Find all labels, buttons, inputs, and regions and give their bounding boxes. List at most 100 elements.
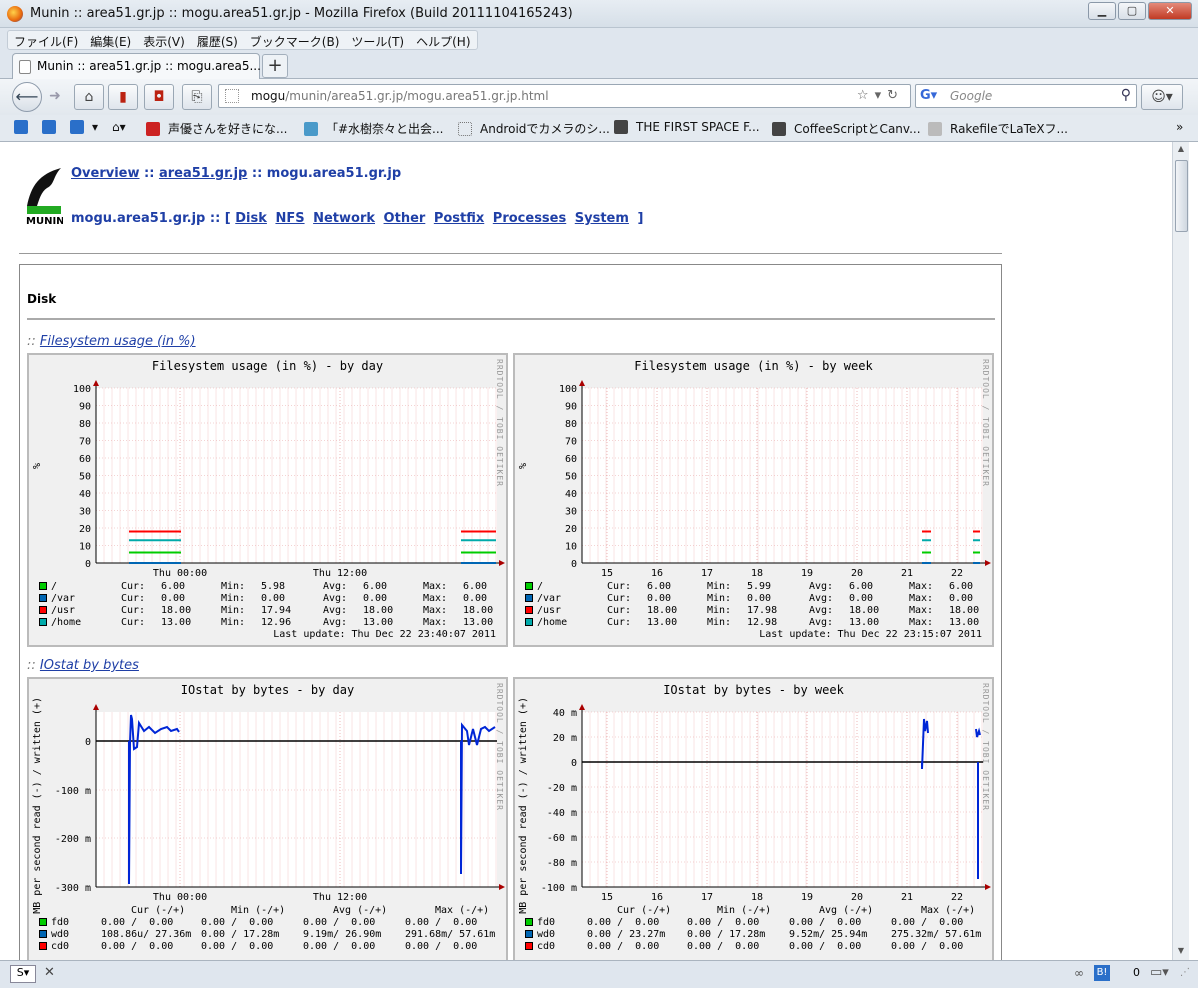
- legend-name: /: [537, 581, 544, 592]
- bookmark-6[interactable]: RakefileでLaTeXフ...: [928, 120, 1068, 137]
- addon-face-icon[interactable]: ☺▾: [1141, 84, 1183, 110]
- x-tick-label: 22: [951, 568, 963, 579]
- bookmarks-overflow-icon[interactable]: »: [1176, 120, 1183, 134]
- legend-name: /home: [51, 617, 82, 628]
- vertical-scrollbar[interactable]: ▲ ▼: [1172, 142, 1189, 960]
- hatena-status-icon[interactable]: B!: [1094, 965, 1110, 981]
- y-tick-label: -60 m: [547, 833, 577, 844]
- minimize-button[interactable]: ▁: [1088, 2, 1116, 20]
- legend-name: cd0: [51, 941, 70, 952]
- close-button[interactable]: ✕: [1148, 2, 1192, 20]
- bookmark-1[interactable]: 声優さんを好きにな...: [146, 120, 287, 137]
- x-tick-label: 20: [851, 568, 863, 579]
- scroll-up-icon[interactable]: ▲: [1175, 144, 1187, 156]
- x-tick-label: Thu 12:00: [313, 568, 367, 579]
- munin-logo: MUNIN: [26, 168, 63, 226]
- tag-icon[interactable]: ⌂▾: [112, 120, 126, 134]
- overview-link[interactable]: Overview: [71, 166, 140, 181]
- category-disk[interactable]: Disk: [235, 211, 267, 226]
- maximize-button[interactable]: ▢: [1118, 2, 1146, 20]
- legend-swatch: [39, 930, 47, 938]
- bookmark-4[interactable]: THE FIRST SPACE F...: [614, 120, 760, 134]
- search-bar[interactable]: G▾ Google ⚲: [915, 84, 1137, 108]
- legend-value: 0.00 / 0.00: [405, 941, 478, 952]
- graph-iostat-day[interactable]: 0 -100 m -200 m -300 m Thu 00:00 Thu 12:00 IOs…: [27, 677, 508, 960]
- count-badge: 0: [1133, 966, 1140, 979]
- link-icon[interactable]: ∞: [1074, 966, 1084, 980]
- addon-s-icon[interactable]: S▾: [10, 965, 36, 983]
- legend-value: Cur:: [607, 593, 632, 604]
- legend-value: Cur:: [607, 581, 632, 592]
- new-tab-button[interactable]: +: [262, 54, 288, 78]
- legend-value: Avg:: [809, 605, 834, 616]
- y-tick-label: 0: [85, 737, 91, 748]
- readlater-icon[interactable]: ◘: [144, 84, 174, 110]
- legend-value: 0.00 / 0.00: [891, 941, 964, 952]
- url-bar[interactable]: mogu/munin/area51.gr.jp/mogu.area51.gr.j…: [218, 84, 911, 108]
- rrdtool-credit: RRDTOOL / TOBI OETIKER: [495, 359, 504, 487]
- menu-history[interactable]: 履歴(S): [191, 31, 244, 49]
- share-icon[interactable]: ⎘: [182, 84, 212, 110]
- menu-bookmarks[interactable]: ブックマーク(B): [244, 31, 346, 49]
- close-findbar-icon[interactable]: ✕: [44, 965, 55, 980]
- menu-file[interactable]: ファイル(F): [8, 31, 84, 49]
- legend-value: Avg:: [809, 581, 834, 592]
- x-tick-label: Thu 00:00: [153, 568, 207, 579]
- legend-value: 5.98: [261, 581, 286, 592]
- category-system[interactable]: System: [575, 211, 629, 226]
- legend-value: 0.00 / 0.00: [891, 917, 964, 928]
- legend-swatch: [39, 918, 47, 926]
- tab-munin[interactable]: Munin :: area51.gr.jp :: mogu.area5...: [12, 53, 261, 79]
- scroll-thumb[interactable]: [1175, 160, 1188, 232]
- google-icon[interactable]: G▾: [920, 88, 937, 103]
- forward-button[interactable]: ➜: [44, 84, 66, 110]
- menu-help[interactable]: ヘルプ(H): [410, 31, 476, 49]
- search-input[interactable]: Google: [950, 89, 992, 103]
- menu-edit[interactable]: 編集(E): [84, 31, 137, 49]
- graph-iostat-week[interactable]: 40 m 20 m 0 -20 m -40 m -60 m -80 m -100 m 15 16 1…: [513, 677, 994, 960]
- legend-value: 0.00 / 0.00: [101, 941, 174, 952]
- legend-value: Avg:: [809, 593, 834, 604]
- search-icon[interactable]: ⚲: [1121, 87, 1131, 103]
- menu-view[interactable]: 表示(V): [137, 31, 191, 49]
- group-link[interactable]: area51.gr.jp: [159, 166, 247, 181]
- iostat-link[interactable]: IOstat by bytes: [40, 658, 139, 673]
- legend-value: 18.00: [949, 605, 980, 616]
- y-tick-label: 20: [79, 524, 91, 535]
- legend-value: Max:: [423, 581, 448, 592]
- tab-label: Munin :: area51.gr.jp :: mogu.area5...: [37, 59, 261, 73]
- y-tick-label: -20 m: [547, 783, 577, 794]
- graph-fs-week[interactable]: 0 10 20 30 40 50 60 70 80 90 100 15 16 17 18 19 20 21 22 Fi…: [513, 353, 994, 647]
- hatena-icon[interactable]: [14, 120, 36, 134]
- category-postfix[interactable]: Postfix: [434, 211, 484, 226]
- bookmark-2[interactable]: 「#水樹奈々と出会...: [304, 120, 444, 137]
- bookmark-3[interactable]: Androidでカメラのシ...: [458, 120, 610, 137]
- category-network[interactable]: Network: [313, 211, 375, 226]
- category-other[interactable]: Other: [384, 211, 426, 226]
- home-button[interactable]: ⌂: [74, 84, 104, 110]
- y-tick-label: 50: [565, 472, 577, 483]
- hatena-b-menu-icon[interactable]: ▾: [70, 120, 98, 134]
- bookmark-5[interactable]: CoffeeScriptとCanv...: [772, 120, 921, 137]
- back-button[interactable]: ⟵: [12, 82, 42, 112]
- category-processes[interactable]: Processes: [493, 211, 566, 226]
- legend-value: 13.00: [161, 617, 192, 628]
- site-identity-icon: [225, 89, 239, 103]
- y-tick-label: 40: [79, 489, 91, 500]
- legend-value: 6.00: [463, 581, 488, 592]
- graph-fs-day[interactable]: 0 10 20 30 40 50 60 70 80 90 100 Thu 00:00 Thu 12:00…: [27, 353, 508, 647]
- bookmark-book-icon[interactable]: ▮: [108, 84, 138, 110]
- window-title: Munin :: area51.gr.jp :: mogu.area51.gr.…: [30, 6, 573, 21]
- x-axis-arrow: [499, 560, 505, 566]
- filesystem-usage-link[interactable]: Filesystem usage (in %): [40, 334, 196, 349]
- y-tick-label: 80: [565, 419, 577, 430]
- legend-value: 18.00: [647, 605, 678, 616]
- comment-icon[interactable]: ▭▾: [1150, 965, 1169, 980]
- category-nfs[interactable]: NFS: [275, 211, 304, 226]
- hatena-b-icon[interactable]: [42, 120, 64, 134]
- bookmarks-bar: ▾ ⌂▾ 声優さんを好きにな... 「#水樹奈々と出会... Androidでカ…: [0, 115, 1198, 142]
- scroll-down-icon[interactable]: ▼: [1175, 946, 1187, 958]
- star-reload-icon[interactable]: ☆▾↻: [857, 88, 904, 103]
- menu-tools[interactable]: ツール(T): [345, 31, 410, 49]
- y-tick-label: -200 m: [55, 834, 91, 845]
